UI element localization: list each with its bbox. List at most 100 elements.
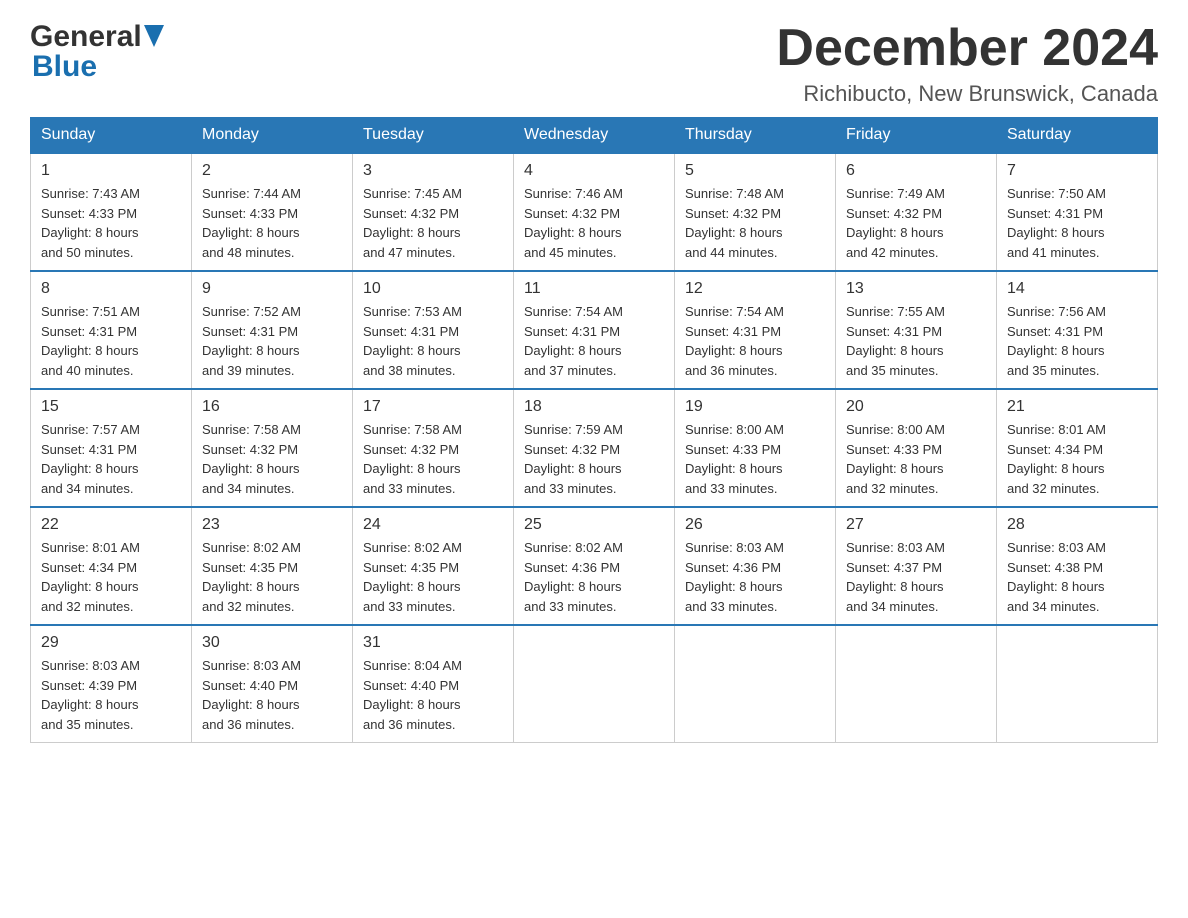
day-info: Sunrise: 8:02 AMSunset: 4:35 PMDaylight:… [202, 538, 342, 616]
day-number: 17 [363, 398, 503, 416]
day-number: 23 [202, 516, 342, 534]
day-info: Sunrise: 8:03 AMSunset: 4:40 PMDaylight:… [202, 656, 342, 734]
day-info: Sunrise: 8:03 AMSunset: 4:38 PMDaylight:… [1007, 538, 1147, 616]
day-info: Sunrise: 7:46 AMSunset: 4:32 PMDaylight:… [524, 184, 664, 262]
table-row [514, 625, 675, 743]
day-number: 29 [41, 634, 181, 652]
month-title: December 2024 [776, 20, 1158, 77]
day-info: Sunrise: 8:00 AMSunset: 4:33 PMDaylight:… [685, 420, 825, 498]
day-info: Sunrise: 7:58 AMSunset: 4:32 PMDaylight:… [363, 420, 503, 498]
table-row: 13 Sunrise: 7:55 AMSunset: 4:31 PMDayligh… [836, 271, 997, 389]
calendar-week-row: 1 Sunrise: 7:43 AMSunset: 4:33 PMDaylight… [31, 153, 1158, 271]
table-row: 21 Sunrise: 8:01 AMSunset: 4:34 PMDayligh… [997, 389, 1158, 507]
table-row: 15 Sunrise: 7:57 AMSunset: 4:31 PMDayligh… [31, 389, 192, 507]
table-row: 27 Sunrise: 8:03 AMSunset: 4:37 PMDayligh… [836, 507, 997, 625]
table-row: 8 Sunrise: 7:51 AMSunset: 4:31 PMDaylight… [31, 271, 192, 389]
day-info: Sunrise: 7:45 AMSunset: 4:32 PMDaylight:… [363, 184, 503, 262]
calendar-week-row: 22 Sunrise: 8:01 AMSunset: 4:34 PMDayligh… [31, 507, 1158, 625]
day-number: 20 [846, 398, 986, 416]
day-number: 27 [846, 516, 986, 534]
day-info: Sunrise: 7:48 AMSunset: 4:32 PMDaylight:… [685, 184, 825, 262]
day-number: 15 [41, 398, 181, 416]
day-number: 10 [363, 280, 503, 298]
day-number: 26 [685, 516, 825, 534]
col-wednesday: Wednesday [514, 118, 675, 154]
day-number: 22 [41, 516, 181, 534]
table-row: 14Sunrise: 7:56 AMSunset: 4:31 PMDayligh… [997, 271, 1158, 389]
col-tuesday: Tuesday [353, 118, 514, 154]
day-info: Sunrise: 7:52 AMSunset: 4:31 PMDaylight:… [202, 302, 342, 380]
day-number: 14 [1007, 280, 1147, 298]
logo: General Blue [30, 20, 164, 84]
day-info: Sunrise: 8:04 AMSunset: 4:40 PMDaylight:… [363, 656, 503, 734]
table-row: 9Sunrise: 7:52 AMSunset: 4:31 PMDaylight… [192, 271, 353, 389]
table-row: 22 Sunrise: 8:01 AMSunset: 4:34 PMDayligh… [31, 507, 192, 625]
day-number: 25 [524, 516, 664, 534]
col-monday: Monday [192, 118, 353, 154]
table-row: 26 Sunrise: 8:03 AMSunset: 4:36 PMDayligh… [675, 507, 836, 625]
col-thursday: Thursday [675, 118, 836, 154]
day-info: Sunrise: 7:51 AMSunset: 4:31 PMDaylight:… [41, 302, 181, 380]
calendar-week-row: 8 Sunrise: 7:51 AMSunset: 4:31 PMDaylight… [31, 271, 1158, 389]
table-row: 3 Sunrise: 7:45 AMSunset: 4:32 PMDaylight… [353, 153, 514, 271]
day-info: Sunrise: 7:44 AMSunset: 4:33 PMDaylight:… [202, 184, 342, 262]
day-number: 8 [41, 280, 181, 298]
day-number: 13 [846, 280, 986, 298]
day-info: Sunrise: 7:58 AMSunset: 4:32 PMDaylight:… [202, 420, 342, 498]
day-info: Sunrise: 7:57 AMSunset: 4:31 PMDaylight:… [41, 420, 181, 498]
table-row: 11 Sunrise: 7:54 AMSunset: 4:31 PMDayligh… [514, 271, 675, 389]
logo-blue-text: Blue [30, 50, 97, 84]
day-info: Sunrise: 8:02 AMSunset: 4:35 PMDaylight:… [363, 538, 503, 616]
day-info: Sunrise: 8:03 AMSunset: 4:37 PMDaylight:… [846, 538, 986, 616]
day-info: Sunrise: 7:54 AMSunset: 4:31 PMDaylight:… [524, 302, 664, 380]
day-info: Sunrise: 7:59 AMSunset: 4:32 PMDaylight:… [524, 420, 664, 498]
table-row: 25Sunrise: 8:02 AMSunset: 4:36 PMDayligh… [514, 507, 675, 625]
day-number: 30 [202, 634, 342, 652]
day-number: 5 [685, 162, 825, 180]
day-number: 6 [846, 162, 986, 180]
day-number: 24 [363, 516, 503, 534]
calendar-week-row: 15 Sunrise: 7:57 AMSunset: 4:31 PMDayligh… [31, 389, 1158, 507]
table-row [836, 625, 997, 743]
day-info: Sunrise: 7:49 AMSunset: 4:32 PMDaylight:… [846, 184, 986, 262]
table-row: 7Sunrise: 7:50 AMSunset: 4:31 PMDaylight… [997, 153, 1158, 271]
calendar-header-row: Sunday Monday Tuesday Wednesday Thursday… [31, 118, 1158, 154]
calendar-week-row: 29 Sunrise: 8:03 AMSunset: 4:39 PMDayligh… [31, 625, 1158, 743]
table-row: 18Sunrise: 7:59 AMSunset: 4:32 PMDayligh… [514, 389, 675, 507]
table-row: 16Sunrise: 7:58 AMSunset: 4:32 PMDayligh… [192, 389, 353, 507]
table-row [997, 625, 1158, 743]
col-friday: Friday [836, 118, 997, 154]
page-header: General Blue December 2024 Richibucto, N… [30, 20, 1158, 107]
day-info: Sunrise: 8:01 AMSunset: 4:34 PMDaylight:… [1007, 420, 1147, 498]
col-saturday: Saturday [997, 118, 1158, 154]
day-number: 11 [524, 280, 664, 298]
table-row: 5 Sunrise: 7:48 AMSunset: 4:32 PMDaylight… [675, 153, 836, 271]
day-number: 1 [41, 162, 181, 180]
logo-arrow-icon [144, 25, 164, 47]
table-row: 29 Sunrise: 8:03 AMSunset: 4:39 PMDayligh… [31, 625, 192, 743]
table-row: 20 Sunrise: 8:00 AMSunset: 4:33 PMDayligh… [836, 389, 997, 507]
day-info: Sunrise: 8:03 AMSunset: 4:39 PMDaylight:… [41, 656, 181, 734]
table-row [675, 625, 836, 743]
day-number: 21 [1007, 398, 1147, 416]
day-info: Sunrise: 8:01 AMSunset: 4:34 PMDaylight:… [41, 538, 181, 616]
day-info: Sunrise: 7:55 AMSunset: 4:31 PMDaylight:… [846, 302, 986, 380]
day-number: 19 [685, 398, 825, 416]
table-row: 17 Sunrise: 7:58 AMSunset: 4:32 PMDayligh… [353, 389, 514, 507]
day-info: Sunrise: 8:03 AMSunset: 4:36 PMDaylight:… [685, 538, 825, 616]
table-row: 2Sunrise: 7:44 AMSunset: 4:33 PMDaylight… [192, 153, 353, 271]
day-number: 7 [1007, 162, 1147, 180]
day-number: 3 [363, 162, 503, 180]
calendar-table: Sunday Monday Tuesday Wednesday Thursday… [30, 117, 1158, 743]
table-row: 12Sunrise: 7:54 AMSunset: 4:31 PMDayligh… [675, 271, 836, 389]
table-row: 19 Sunrise: 8:00 AMSunset: 4:33 PMDayligh… [675, 389, 836, 507]
day-info: Sunrise: 8:00 AMSunset: 4:33 PMDaylight:… [846, 420, 986, 498]
day-number: 31 [363, 634, 503, 652]
table-row: 1 Sunrise: 7:43 AMSunset: 4:33 PMDaylight… [31, 153, 192, 271]
day-info: Sunrise: 7:43 AMSunset: 4:33 PMDaylight:… [41, 184, 181, 262]
day-number: 12 [685, 280, 825, 298]
col-sunday: Sunday [31, 118, 192, 154]
table-row: 31 Sunrise: 8:04 AMSunset: 4:40 PMDayligh… [353, 625, 514, 743]
table-row: 10Sunrise: 7:53 AMSunset: 4:31 PMDayligh… [353, 271, 514, 389]
day-number: 4 [524, 162, 664, 180]
